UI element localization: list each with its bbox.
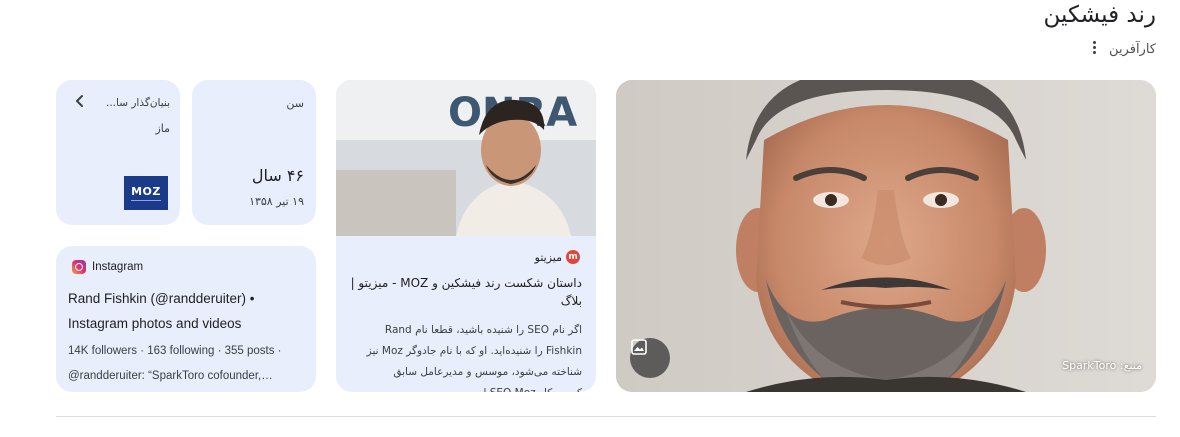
article-thumbnail: ONRA (336, 80, 596, 236)
article-title[interactable]: داستان شکست رند فیشکین و MOZ - میزیتو | … (350, 274, 582, 310)
moz-logo: MOZ (124, 176, 168, 210)
birth-date: ۱۹ تیر ۱۳۵۸ (249, 195, 304, 208)
portrait-photo (616, 80, 1156, 392)
founder-card[interactable]: بنیان‌گذار سا... ماز MOZ (56, 80, 180, 225)
moz-logo-text: MOZ (131, 185, 161, 198)
hero-photo-card[interactable]: منبع: SparkToro (616, 80, 1156, 392)
founder-label: بنیان‌گذار سا... (105, 97, 170, 109)
age-value: ۴۶ سال (251, 166, 304, 185)
instagram-card[interactable]: Instagram Rand Fishkin (@randderuiter) •… (56, 246, 316, 392)
image-source-label: منبع: SparkToro (1062, 359, 1142, 372)
instagram-site-name: Instagram (92, 261, 144, 273)
image-icon (631, 339, 647, 355)
publisher-name: میزیتو (534, 250, 562, 264)
entity-title: رند فیشکین (1043, 2, 1157, 28)
founder-value: ماز (155, 122, 170, 135)
entity-subtitle: کارآفرین (1109, 42, 1156, 57)
chevron-left-icon[interactable] (73, 94, 87, 108)
instagram-snippet: @randderuiter: “SparkToro cofounder,… (68, 370, 273, 382)
instagram-icon (72, 260, 86, 274)
instagram-stats: 14K followers · 163 following · 355 post… (68, 345, 282, 357)
publisher-logo: m (566, 250, 580, 264)
age-label: سن (286, 97, 304, 110)
instagram-source: Instagram (72, 260, 143, 274)
instagram-title[interactable]: Rand Fishkin (@randderuiter) • Instagram… (68, 286, 302, 336)
article-publisher: m میزیتو (535, 250, 580, 264)
article-snippet: اگر نام SEO را شنیده باشید، قطعا نام Ran… (366, 324, 582, 392)
more-options-icon[interactable] (1088, 38, 1100, 56)
view-images-button[interactable] (630, 338, 670, 378)
article-card[interactable]: ONRA m میزیتو داستان شکست رند فیشکین و M… (336, 80, 596, 392)
age-card: سن ۴۶ سال ۱۹ تیر ۱۳۵۸ (192, 80, 316, 225)
divider (56, 416, 1156, 417)
